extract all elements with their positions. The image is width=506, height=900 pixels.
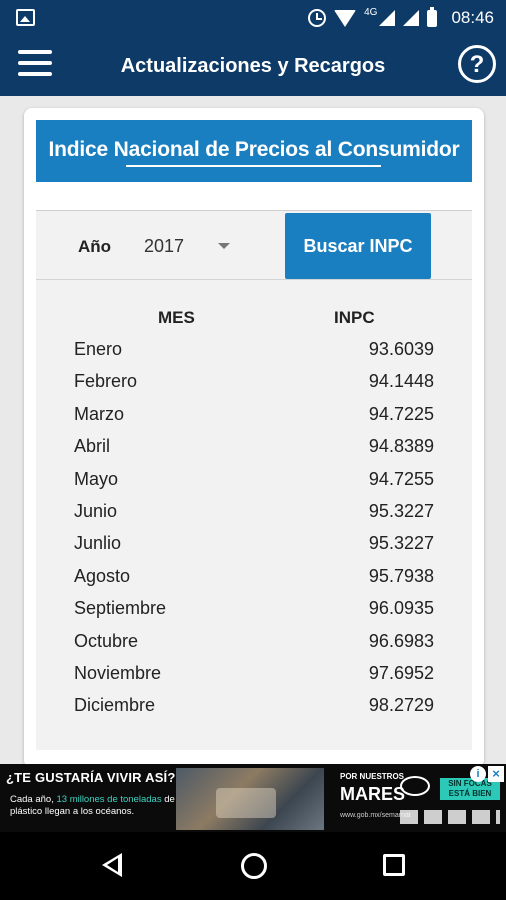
ad-photo	[176, 768, 324, 830]
column-header-inpc: INPC	[334, 308, 375, 327]
status-icons: 4G 08:46	[308, 0, 494, 36]
search-inpc-button[interactable]: Buscar INPC	[285, 213, 431, 279]
signal-icon	[379, 10, 396, 26]
year-label: Año	[78, 237, 112, 256]
table-row: Septiembre 96.0935	[36, 595, 472, 627]
inpc-cell: 95.7938	[368, 565, 434, 586]
month-cell: Mayo	[74, 468, 119, 489]
signal-icon-secondary	[403, 10, 420, 26]
table-row: Mayo 94.7255	[36, 466, 472, 498]
inpc-cell: 94.1448	[368, 371, 434, 392]
search-row: Año 2017 Buscar INPC	[36, 210, 472, 280]
ad-sponsor-logos	[400, 810, 500, 824]
ad-campaign-small: POR NUESTROS	[340, 772, 405, 781]
ad-info-icon[interactable]: i	[470, 766, 486, 782]
year-value: 2017	[144, 236, 185, 256]
inpc-cell: 95.3227	[368, 500, 434, 521]
home-icon[interactable]	[241, 853, 267, 879]
inpc-table: MES INPC Enero 93.6039 Febrero 94.1448 Mar…	[36, 308, 472, 725]
wifi-icon	[334, 9, 357, 27]
inpc-cell: 93.6039	[368, 339, 434, 359]
month-cell: Enero	[74, 339, 123, 359]
month-cell: Octubre	[74, 630, 139, 651]
month-cell: Agosto	[74, 565, 131, 586]
month-cell: Abril	[74, 436, 111, 457]
column-header-mes: MES	[158, 308, 195, 327]
table-row: Junio 95.3227	[36, 498, 472, 530]
ad-subtext-prefix: Cada año,	[10, 794, 54, 805]
ad-headline: ¿TE GUSTARÍA VIVIR ASÍ?	[6, 770, 176, 785]
table-row: Abril 94.8389	[36, 433, 472, 465]
ad-banner[interactable]: ¿TE GUSTARÍA VIVIR ASÍ? Cada año, 13 mil…	[0, 764, 506, 832]
table-row: Agosto 95.7938	[36, 563, 472, 595]
month-cell: Septiembre	[74, 598, 167, 619]
inpc-cell: 96.0935	[368, 598, 434, 619]
table-row: Junlio 95.3227	[36, 530, 472, 562]
table-row: Octubre 96.6983	[36, 628, 472, 660]
table-row: Noviembre 97.6952	[36, 660, 472, 692]
close-icon[interactable]: ×	[488, 766, 504, 782]
inpc-cell: 94.8389	[368, 436, 434, 457]
alarm-icon	[308, 9, 327, 27]
table-row: Febrero 94.1448	[36, 368, 472, 400]
inpc-panel: Año 2017 Buscar INPC MES INPC Enero 93.60…	[36, 210, 472, 750]
inpc-cell: 95.3227	[368, 533, 434, 554]
month-cell: Diciembre	[74, 695, 156, 716]
table-row: Marzo 94.7225	[36, 401, 472, 433]
recent-apps-icon[interactable]	[383, 854, 405, 876]
heading-underline	[126, 165, 381, 167]
table-header: MES INPC	[36, 308, 472, 336]
page-title: Actualizaciones y Recargos	[120, 55, 386, 77]
month-cell: Junio	[74, 500, 118, 521]
system-nav-bar	[0, 832, 506, 900]
inpc-cell: 96.6983	[368, 630, 434, 651]
month-cell: Marzo	[74, 403, 125, 424]
status-time: 08:46	[451, 8, 494, 27]
inpc-cell: 98.2729	[368, 695, 434, 716]
month-cell: Febrero	[74, 371, 138, 392]
inpc-cell: 94.7225	[368, 403, 434, 424]
gallery-notification-icon	[16, 9, 35, 26]
ad-subtext: Cada año, 13 millones de toneladas de pl…	[10, 794, 180, 818]
inpc-card: Indice Nacional de Precios al Consumidor…	[24, 108, 484, 768]
chevron-down-icon	[218, 243, 230, 249]
app-bar: Actualizaciones y Recargos ?	[0, 36, 506, 96]
section-heading: Indice Nacional de Precios al Consumidor	[48, 138, 460, 161]
month-cell: Noviembre	[74, 662, 162, 683]
table-row: Diciembre 98.2729	[36, 692, 472, 724]
battery-icon	[427, 6, 438, 27]
status-bar: 4G 08:46	[0, 0, 506, 36]
inpc-cell: 97.6952	[368, 662, 434, 683]
inpc-cell: 94.7255	[368, 468, 434, 489]
back-icon[interactable]	[102, 853, 122, 877]
ad-subtext-accent: 13 millones de toneladas	[56, 794, 162, 805]
month-cell: Junlio	[74, 533, 122, 554]
turtle-icon	[400, 776, 430, 796]
network-type-label: 4G	[364, 6, 378, 18]
year-dropdown[interactable]: 2017	[144, 231, 244, 261]
ad-campaign-big: MARES	[340, 784, 406, 804]
help-icon[interactable]: ?	[458, 45, 496, 83]
section-banner: Indice Nacional de Precios al Consumidor	[36, 120, 472, 182]
table-row: Enero 93.6039	[36, 336, 472, 368]
